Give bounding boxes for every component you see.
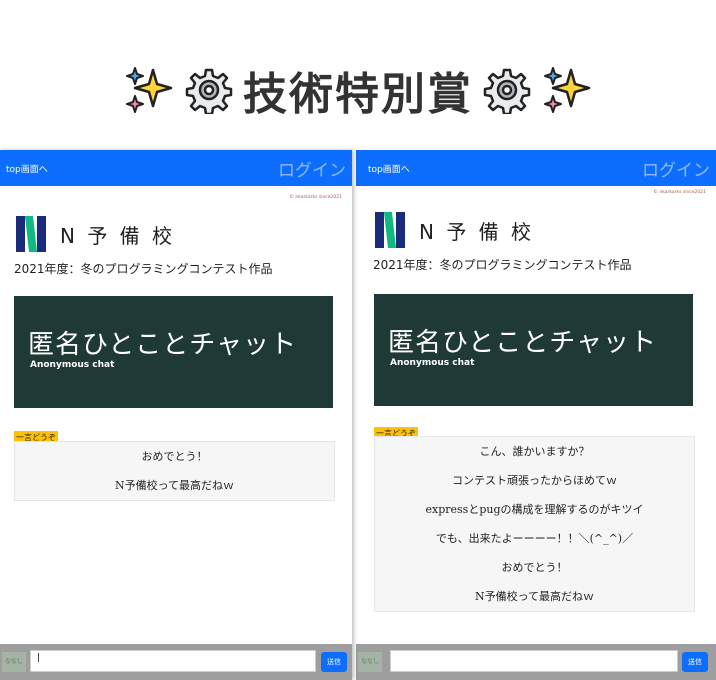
chat-subtitle: Anonymous chat [30, 360, 115, 370]
send-button[interactable]: 送信 [682, 652, 708, 672]
login-link[interactable]: ログイン [642, 156, 710, 181]
screenshot-panel-left: top画面へ ログイン © nkarkarks since2021 N 予 備 … [0, 150, 352, 680]
chat-title: 匿名ひとことチャット [28, 330, 297, 360]
input-bar: ななし | 送信 [0, 644, 352, 680]
chat-subtitle: Anonymous chat [390, 358, 475, 368]
navbar: top画面へ ログイン [0, 150, 352, 186]
send-button[interactable]: 送信 [321, 652, 347, 672]
top-page-link[interactable]: top画面へ [368, 162, 410, 175]
message-input[interactable]: | [30, 650, 316, 672]
message-item: N予備校って最高だねｗ [474, 590, 595, 603]
message-input[interactable] [390, 650, 678, 672]
message-item: こん、誰かいますか？ [479, 445, 590, 458]
contest-subtitle: 2021年度：冬のプログラミングコンテスト作品 [373, 258, 632, 272]
n-yobiko-logo: N 予 備 校 [375, 212, 534, 248]
message-item: おめでとう！ [141, 450, 208, 463]
contest-subtitle: 2021年度：冬のプログラミングコンテスト作品 [14, 262, 273, 276]
name-field[interactable]: ななし [358, 652, 382, 672]
top-page-link[interactable]: top画面へ [6, 162, 48, 175]
chat-title: 匿名ひとことチャット [388, 328, 657, 358]
logo-text: N 予 備 校 [419, 219, 535, 244]
award-banner: 技術特別賞 [0, 55, 716, 125]
message-item: expressとpugの構成を理解するのがキツイ [425, 503, 644, 516]
sparkles-icon [541, 64, 593, 116]
message-item: おめでとう！ [501, 561, 568, 574]
n-yobiko-logo: N 予 備 校 [16, 216, 175, 252]
message-list: こん、誰かいますか？ コンテスト頑張ったからほめてｗ expressとpugの構… [374, 436, 695, 612]
copyright-text: © nkarkarks since2021 [289, 195, 342, 200]
navbar: top画面へ ログイン [356, 150, 716, 186]
chat-header-box: 匿名ひとことチャット Anonymous chat [374, 294, 693, 406]
chat-header-box: 匿名ひとことチャット Anonymous chat [14, 296, 333, 408]
name-field[interactable]: ななし [2, 652, 26, 672]
gear-icon [185, 66, 233, 114]
award-title: 技術特別賞 [243, 69, 473, 120]
message-item: コンテスト頑張ったからほめてｗ [452, 474, 617, 487]
sparkles-icon [123, 64, 175, 116]
message-item: N予備校って最高だねｗ [114, 479, 235, 492]
n-logo-icon [16, 216, 46, 252]
screenshot-panel-right: top画面へ ログイン © nkarkarks since2021 N 予 備 … [356, 150, 716, 680]
message-list: おめでとう！ N予備校って最高だねｗ [14, 441, 335, 501]
login-link[interactable]: ログイン [278, 156, 346, 181]
n-logo-icon [375, 212, 405, 248]
logo-text: N 予 備 校 [60, 223, 176, 248]
copyright-text: © nkarkarks since2021 [653, 190, 706, 195]
input-bar: ななし 送信 [356, 644, 716, 680]
gear-icon [483, 66, 531, 114]
message-item: でも、出来たよーーーー！！＼(^_^)／ [435, 532, 634, 545]
